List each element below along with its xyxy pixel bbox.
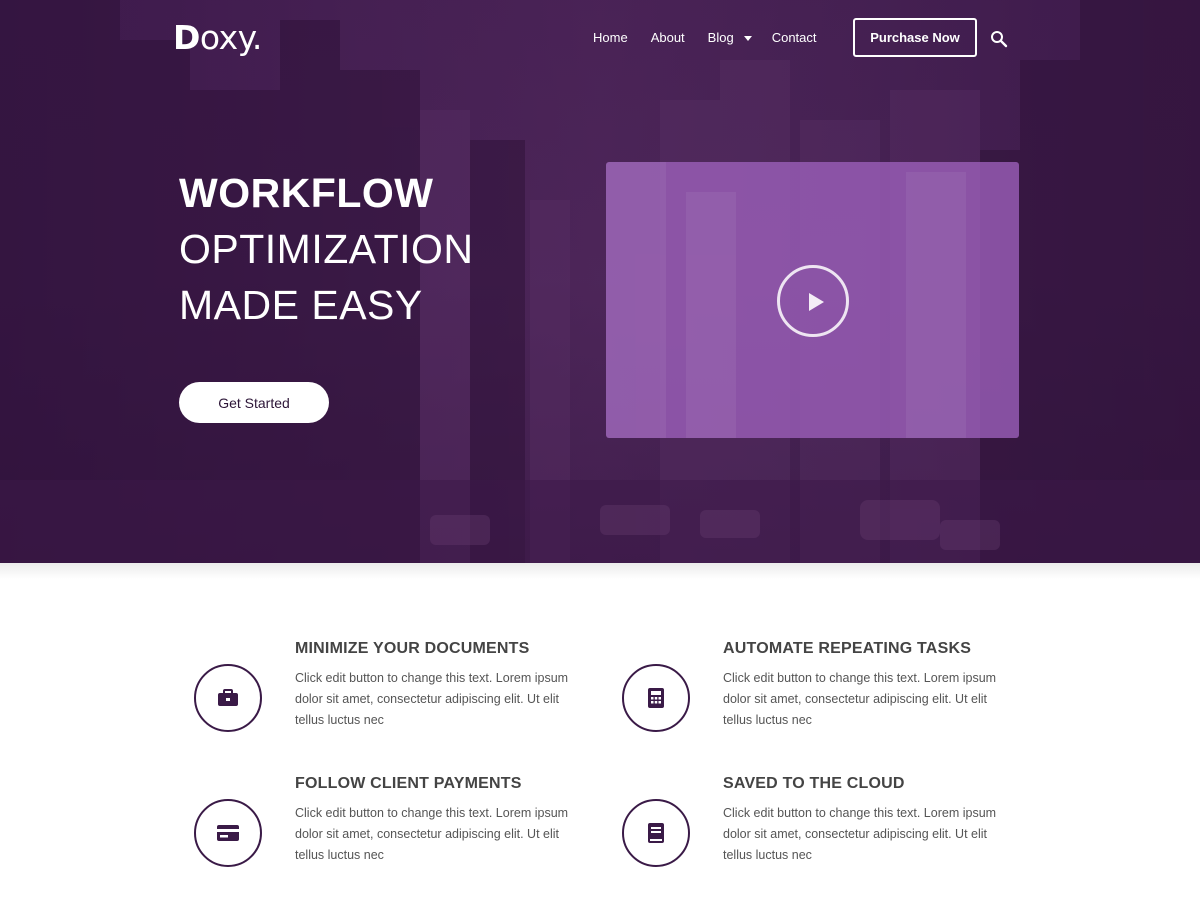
get-started-button[interactable]: Get Started: [179, 382, 329, 423]
headline-line-3: MADE EASY: [179, 282, 423, 328]
feature-text: Click edit button to change this text. L…: [295, 671, 569, 727]
feature-text: Click edit button to change this text. L…: [723, 671, 997, 727]
book-icon: [622, 799, 690, 867]
feature-title: AUTOMATE REPEATING TASKS: [723, 640, 972, 657]
hero-headline: WORKFLOW OPTIMIZATION MADE EASY: [179, 165, 474, 333]
feature-title: FOLLOW CLIENT PAYMENTS: [295, 775, 522, 792]
caret-down-icon: [743, 35, 752, 41]
feature-text: Click edit button to change this text. L…: [295, 806, 569, 862]
nav-item-blog-label: Blog: [707, 30, 734, 45]
credit-card-icon: [194, 799, 262, 867]
feature-item: SAVED TO THE CLOUD Click edit button to …: [622, 775, 1022, 885]
nav-item-home[interactable]: Home: [593, 30, 628, 46]
features-section: MINIMIZE YOUR DOCUMENTS Click edit butto…: [0, 563, 1200, 900]
logo-rest: oxy.: [199, 18, 263, 57]
play-icon: [809, 293, 824, 311]
search-icon[interactable]: [990, 30, 1008, 48]
video-panel[interactable]: [606, 162, 1019, 438]
section-divider-shadow: [0, 563, 1200, 579]
nav-item-blog[interactable]: Blog: [708, 30, 752, 46]
main-menu: Home About Blog Contact: [593, 30, 840, 46]
purchase-now-button[interactable]: Purchase Now: [853, 18, 977, 57]
feature-title: SAVED TO THE CLOUD: [723, 775, 905, 792]
top-navbar: Doxy. Home About Blog Contact Purchase N…: [0, 0, 1200, 76]
briefcase-icon: [194, 664, 262, 732]
doxy-logo[interactable]: Doxy.: [173, 18, 262, 57]
headline-line-1: WORKFLOW: [179, 170, 434, 216]
feature-title: MINIMIZE YOUR DOCUMENTS: [295, 640, 530, 657]
nav-item-contact[interactable]: Contact: [772, 30, 817, 46]
logo-initial: D: [173, 18, 200, 57]
hero-section: Doxy. Home About Blog Contact Purchase N…: [0, 0, 1200, 563]
nav-item-about[interactable]: About: [651, 30, 685, 46]
play-button[interactable]: [777, 265, 849, 337]
calculator-icon: [622, 664, 690, 732]
feature-item: FOLLOW CLIENT PAYMENTS Click edit button…: [194, 775, 594, 885]
headline-line-2: OPTIMIZATION: [179, 226, 474, 272]
feature-text: Click edit button to change this text. L…: [723, 806, 997, 862]
feature-item: MINIMIZE YOUR DOCUMENTS Click edit butto…: [194, 640, 594, 750]
feature-item: AUTOMATE REPEATING TASKS Click edit butt…: [622, 640, 1022, 750]
